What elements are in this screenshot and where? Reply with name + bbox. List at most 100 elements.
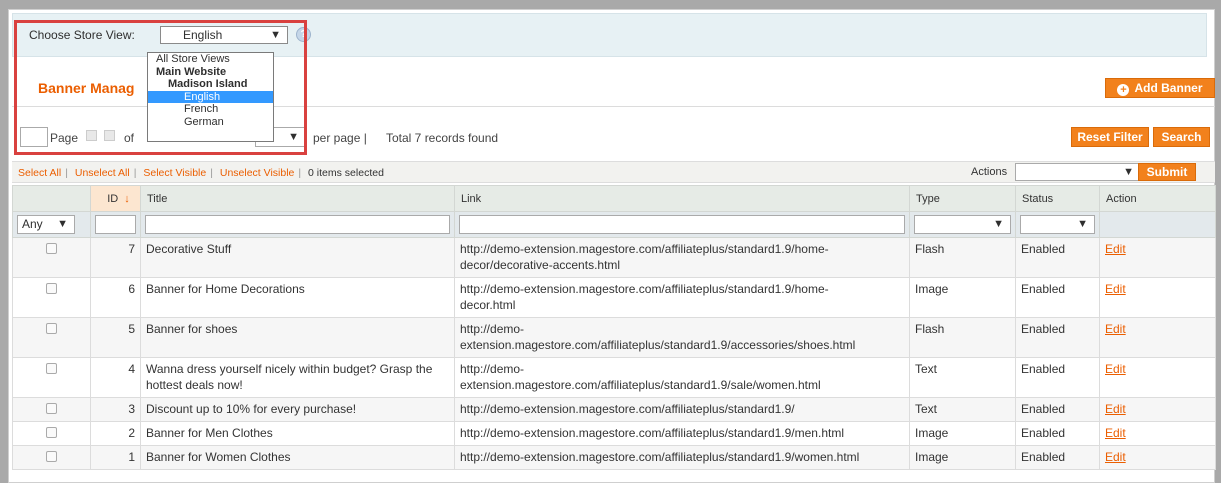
- row-checkbox[interactable]: [46, 323, 57, 334]
- row-checkbox-cell: [12, 445, 91, 470]
- next-page-icon[interactable]: [104, 130, 115, 141]
- edit-link[interactable]: Edit: [1105, 362, 1126, 376]
- row-id: 6: [90, 277, 141, 318]
- status-filter-select[interactable]: ▼: [1020, 215, 1095, 234]
- table-row: 5 Banner for shoes http://demo-extension.m…: [12, 317, 1216, 358]
- store-view-selected: English: [183, 28, 223, 42]
- prev-page-icon[interactable]: [86, 130, 97, 141]
- chevron-down-icon: ▼: [270, 29, 281, 41]
- row-checkbox-cell: [12, 421, 91, 446]
- unselect-all-link[interactable]: Unselect All: [75, 167, 130, 179]
- records-found: Total 7 records found: [386, 131, 499, 145]
- link-filter-input[interactable]: [459, 215, 905, 234]
- row-type: Flash: [909, 237, 1016, 278]
- row-link: http://demo-extension.magestore.com/affi…: [454, 277, 910, 318]
- row-type: Image: [909, 277, 1016, 318]
- store-option-german[interactable]: German: [148, 116, 273, 129]
- row-action: Edit: [1099, 317, 1216, 358]
- edit-link[interactable]: Edit: [1105, 450, 1126, 464]
- add-banner-button[interactable]: + Add Banner: [1105, 78, 1215, 98]
- table-row: 2 Banner for Men Clothes http://demo-exten…: [12, 421, 1216, 446]
- chevron-down-icon: ▼: [1123, 166, 1134, 178]
- select-all-link[interactable]: Select All: [18, 167, 61, 179]
- row-status: Enabled: [1015, 317, 1100, 358]
- chevron-down-icon: ▼: [993, 218, 1004, 230]
- edit-link[interactable]: Edit: [1105, 322, 1126, 336]
- row-checkbox[interactable]: [46, 427, 57, 438]
- edit-link[interactable]: Edit: [1105, 426, 1126, 440]
- row-link-line: http://demo-extension.magestore.com/affi…: [460, 242, 829, 256]
- actions-select[interactable]: ▼: [1015, 163, 1141, 181]
- row-title: Banner for Home Decorations: [140, 277, 455, 318]
- col-header-type[interactable]: Type: [909, 185, 1016, 212]
- page-number-input[interactable]: [20, 127, 48, 147]
- sort-desc-icon: ↓: [124, 192, 130, 205]
- col-header-id[interactable]: ID ↓: [90, 185, 141, 212]
- row-checkbox-cell: [12, 277, 91, 318]
- store-option-main-website: Main Website: [156, 65, 227, 78]
- row-id: 7: [90, 237, 141, 278]
- row-link: http://demo-extension.magestore.com/affi…: [454, 237, 910, 278]
- row-checkbox[interactable]: [46, 243, 57, 254]
- edit-link[interactable]: Edit: [1105, 282, 1126, 296]
- edit-link[interactable]: Edit: [1105, 402, 1126, 416]
- massaction-bar: Select All | Unselect All | Select Visible…: [12, 161, 1215, 183]
- store-option-english[interactable]: English: [148, 90, 273, 103]
- any-filter-select[interactable]: Any ▼: [17, 215, 75, 234]
- chevron-down-icon: ▼: [57, 218, 68, 230]
- row-checkbox-cell: [12, 237, 91, 278]
- row-status: Enabled: [1015, 421, 1100, 446]
- table-row: 1 Banner for Women Clothes http://demo-ext…: [12, 445, 1216, 470]
- store-option-french[interactable]: French: [148, 103, 273, 116]
- of-label: of: [124, 131, 135, 145]
- row-checkbox[interactable]: [46, 363, 57, 374]
- row-link-line: http://demo-extension.magestore.com/affi…: [460, 282, 829, 296]
- row-status: Enabled: [1015, 357, 1100, 398]
- help-icon[interactable]: ?: [296, 27, 311, 42]
- type-filter-select[interactable]: ▼: [914, 215, 1011, 234]
- edit-link[interactable]: Edit: [1105, 242, 1126, 256]
- col-header-link[interactable]: Link: [454, 185, 910, 212]
- row-link-line: extension.magestore.com/affiliateplus/st…: [460, 378, 821, 392]
- table-row: 6 Banner for Home Decorations http://demo-…: [12, 277, 1216, 318]
- title-filter-input[interactable]: [145, 215, 450, 234]
- table-row: 4 Wanna dress yourself nicely within budg…: [12, 357, 1216, 398]
- row-id: 3: [90, 397, 141, 422]
- row-checkbox-cell: [12, 357, 91, 398]
- row-status: Enabled: [1015, 397, 1100, 422]
- col-header-status[interactable]: Status: [1015, 185, 1100, 212]
- row-checkbox-cell: [12, 397, 91, 422]
- row-link: http://demo-extension.magestore.com/affi…: [454, 397, 910, 422]
- store-view-dropdown[interactable]: All Store Views Main Website Madison Isl…: [147, 52, 274, 142]
- row-action: Edit: [1099, 421, 1216, 446]
- submit-button[interactable]: Submit: [1138, 163, 1196, 181]
- row-checkbox[interactable]: [46, 451, 57, 462]
- store-view-select[interactable]: English ▼: [160, 26, 288, 44]
- unselect-visible-link[interactable]: Unselect Visible: [220, 167, 295, 179]
- chevron-down-icon: ▼: [288, 131, 299, 143]
- col-header-title[interactable]: Title: [140, 185, 455, 212]
- row-title: Banner for Women Clothes: [140, 445, 455, 470]
- page-title: Banner Manag: [38, 80, 135, 96]
- row-title: Wanna dress yourself nicely within budge…: [140, 357, 455, 398]
- add-banner-label: Add Banner: [1134, 81, 1203, 95]
- row-checkbox-cell: [12, 317, 91, 358]
- table-row: 7 Decorative Stuff http://demo-extension.m…: [12, 237, 1216, 278]
- row-id: 2: [90, 421, 141, 446]
- row-type: Flash: [909, 317, 1016, 358]
- select-visible-link[interactable]: Select Visible: [143, 167, 206, 179]
- row-checkbox[interactable]: [46, 283, 57, 294]
- search-button[interactable]: Search: [1153, 127, 1210, 147]
- col-header-action: Action: [1099, 185, 1216, 212]
- reset-filter-button[interactable]: Reset Filter: [1071, 127, 1149, 147]
- store-option-all[interactable]: All Store Views: [148, 53, 273, 66]
- row-checkbox[interactable]: [46, 403, 57, 414]
- row-status: Enabled: [1015, 237, 1100, 278]
- row-id: 1: [90, 445, 141, 470]
- row-status: Enabled: [1015, 277, 1100, 318]
- row-status: Enabled: [1015, 445, 1100, 470]
- chevron-down-icon: ▼: [1077, 218, 1088, 230]
- id-filter-input[interactable]: [95, 215, 136, 234]
- row-link-line: decor.html: [460, 298, 516, 312]
- row-title: Banner for shoes: [140, 317, 455, 358]
